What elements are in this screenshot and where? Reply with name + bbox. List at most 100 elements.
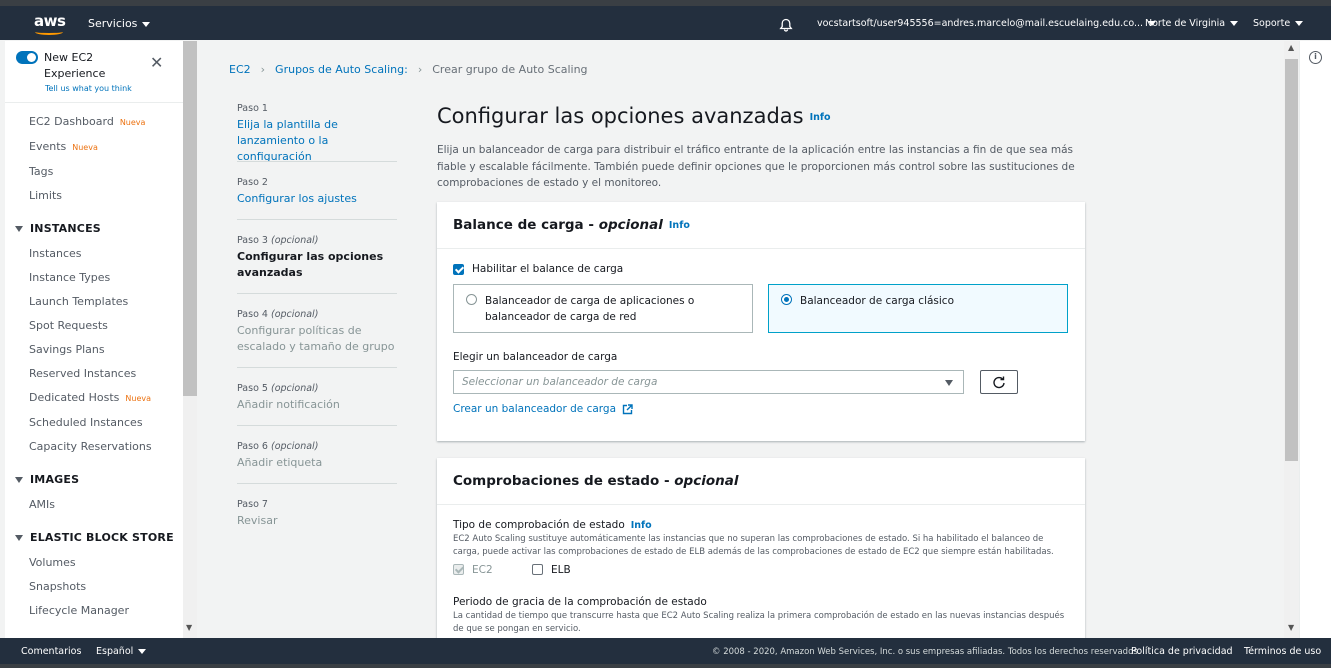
sidebar-item-label: Instance Types <box>29 271 111 284</box>
chevron-down-icon <box>1295 21 1304 26</box>
step-number: Paso 1 <box>237 103 268 114</box>
create-load-balancer-link[interactable]: Crear un balanceador de carga <box>453 403 634 415</box>
step-link[interactable]: Configurar los ajustes <box>237 191 397 207</box>
elb-health-check-checkbox[interactable] <box>532 564 543 575</box>
breadcrumb-ec2[interactable]: EC2 <box>229 63 251 76</box>
refresh-icon <box>993 376 1005 389</box>
caret-down-icon <box>15 226 23 232</box>
option-alb-nlb-tile[interactable]: Balanceador de carga de aplicaciones o b… <box>453 284 753 333</box>
sidebar-item-instance-types[interactable]: Instance Types <box>29 271 110 284</box>
close-icon[interactable]: ✕ <box>150 55 163 71</box>
panel-title: Balance de carga - <box>453 217 599 233</box>
load-balancing-panel: Balance de carga - opcional Info Habilita… <box>437 202 1085 441</box>
support-label: Soporte <box>1253 18 1291 29</box>
language-selector[interactable]: Español <box>96 646 147 657</box>
account-menu[interactable]: vocstartsoft/user945556=andres.marcelo@m… <box>817 18 1157 29</box>
chevron-right-icon: › <box>260 63 266 76</box>
refresh-button[interactable] <box>980 370 1018 394</box>
step-link[interactable]: Elija la plantilla de lanzamiento o la c… <box>237 117 397 165</box>
section-label: IMAGES <box>30 473 80 486</box>
sidebar-item-events[interactable]: Events Nueva <box>29 140 98 153</box>
enable-load-balancing-label[interactable]: Habilitar el balance de carga <box>472 263 623 275</box>
chevron-right-icon: › <box>417 63 423 76</box>
option-classic-lb-radio[interactable] <box>781 294 792 305</box>
health-checks-panel: Comprobaciones de estado - opcional Tipo… <box>437 458 1085 638</box>
scroll-down-icon[interactable]: ▼ <box>1288 623 1294 632</box>
divider <box>237 219 397 220</box>
chevron-down-icon <box>142 21 151 27</box>
sidebar-item-lifecycle-manager[interactable]: Lifecycle Manager <box>29 604 129 617</box>
new-badge: Nueva <box>72 143 98 152</box>
info-icon[interactable]: i <box>1309 51 1322 64</box>
sidebar-item-label: Reserved Instances <box>29 367 137 380</box>
sidebar-item-snapshots[interactable]: Snapshots <box>29 580 86 593</box>
step-disabled: Añadir etiqueta <box>237 456 323 469</box>
option-alb-nlb-radio[interactable] <box>466 294 477 305</box>
sidebar-item-launch-templates[interactable]: Launch Templates <box>29 295 128 308</box>
main-scrollbar[interactable]: ▲ ▼ <box>1284 41 1299 638</box>
info-link[interactable]: Info <box>810 112 831 123</box>
option-classic-lb-tile[interactable]: Balanceador de carga clásico <box>768 284 1068 333</box>
sidebar-item-label: Lifecycle Manager <box>29 604 129 617</box>
select-placeholder: Seleccionar un balanceador de carga <box>462 376 658 388</box>
wizard-step-4: Paso 4 (opcional) Configurar políticas d… <box>237 309 397 355</box>
feedback-link[interactable]: Tell us what you think <box>45 84 132 93</box>
sidebar-item-amis[interactable]: AMIs <box>29 498 55 511</box>
scroll-down-icon[interactable]: ▼ <box>186 623 192 632</box>
aws-logo[interactable]: aws <box>34 12 66 40</box>
new-experience-banner: New EC2 Experience Tell us what you thin… <box>5 41 183 103</box>
sidebar: New EC2 Experience Tell us what you thin… <box>5 41 183 638</box>
sidebar-item-label: Tags <box>29 165 54 178</box>
option-label: Balanceador de carga de aplicaciones o b… <box>485 295 695 323</box>
divider <box>237 425 397 426</box>
terms-of-use-link[interactable]: Términos de uso <box>1244 646 1321 657</box>
step-number: Paso 3 (opcional) <box>237 235 319 246</box>
sidebar-item-limits[interactable]: Limits <box>29 189 62 202</box>
panel-title-optional: opcional <box>598 217 663 233</box>
elb-label[interactable]: ELB <box>551 564 571 576</box>
region-menu[interactable]: Norte de Virginia <box>1145 18 1239 29</box>
feedback-button[interactable]: Comentarios <box>21 646 81 657</box>
new-experience-toggle[interactable] <box>16 51 38 64</box>
sidebar-item-capacity-reservations[interactable]: Capacity Reservations <box>29 440 152 453</box>
sidebar-item-tags[interactable]: Tags <box>29 165 53 178</box>
scrollbar-thumb[interactable] <box>183 41 197 396</box>
field-label: Tipo de comprobación de estado <box>453 519 625 531</box>
sidebar-section-images[interactable]: IMAGES <box>15 473 79 486</box>
sidebar-item-instances[interactable]: Instances <box>29 247 82 260</box>
info-link[interactable]: Info <box>631 520 652 531</box>
sidebar-item-label: Events <box>29 140 67 153</box>
sidebar-item-dedicated-hosts[interactable]: Dedicated Hosts Nueva <box>29 391 151 404</box>
load-balancer-select[interactable]: Seleccionar un balanceador de carga <box>453 370 964 394</box>
enable-load-balancing-checkbox[interactable] <box>453 264 464 275</box>
sidebar-item-scheduled-instances[interactable]: Scheduled Instances <box>29 416 143 429</box>
sidebar-item-reserved-instances[interactable]: Reserved Instances <box>29 367 136 380</box>
sidebar-scrollbar[interactable]: ▼ <box>183 41 197 638</box>
breadcrumb-auto-scaling-groups[interactable]: Grupos de Auto Scaling: <box>275 63 408 76</box>
support-menu[interactable]: Soporte <box>1253 18 1304 29</box>
sidebar-item-spot-requests[interactable]: Spot Requests <box>29 319 108 332</box>
divider <box>237 367 397 368</box>
sidebar-item-label: Spot Requests <box>29 319 108 332</box>
step-disabled: Revisar <box>237 514 278 527</box>
step-number: Paso 4 (opcional) <box>237 309 319 320</box>
sidebar-item-label: AMIs <box>29 498 55 511</box>
section-label: INSTANCES <box>30 222 101 235</box>
scroll-up-icon[interactable]: ▲ <box>1288 43 1294 52</box>
scrollbar-thumb[interactable] <box>1285 59 1298 461</box>
bell-icon[interactable] <box>779 18 793 32</box>
panel-title: Comprobaciones de estado - <box>453 473 675 489</box>
info-link[interactable]: Info <box>669 220 690 231</box>
sidebar-item-label: Limits <box>29 189 62 202</box>
sidebar-item-volumes[interactable]: Volumes <box>29 556 76 569</box>
step-number: Paso 7 <box>237 499 268 510</box>
services-menu[interactable]: Servicios <box>88 17 151 30</box>
privacy-policy-link[interactable]: Política de privacidad <box>1131 646 1233 657</box>
step-number: Paso 5 (opcional) <box>237 383 319 394</box>
sidebar-section-instances[interactable]: INSTANCES <box>15 222 101 235</box>
copyright-text: © 2008 - 2020, Amazon Web Services, Inc.… <box>712 647 1141 657</box>
sidebar-item-savings-plans[interactable]: Savings Plans <box>29 343 105 356</box>
sidebar-item-ec2-dashboard[interactable]: EC2 Dashboard Nueva <box>29 115 145 128</box>
step-number: Paso 2 <box>237 177 268 188</box>
sidebar-section-ebs[interactable]: ELASTIC BLOCK STORE <box>15 531 174 544</box>
